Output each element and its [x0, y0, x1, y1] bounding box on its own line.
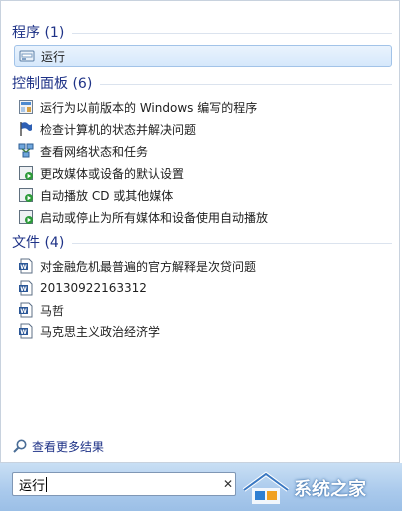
watermark: 系统之家	[240, 466, 400, 510]
svg-text:W: W	[20, 264, 27, 271]
result-item-run[interactable]: 运行	[14, 45, 392, 67]
result-item-autoplay-toggle[interactable]: 启动或停止为所有媒体和设备使用自动播放	[18, 207, 390, 227]
result-label: 马克思主义政治经济学	[40, 324, 161, 339]
action-center-flag-icon	[18, 121, 34, 137]
group-title-control-panel: 控制面板 (6)	[12, 76, 93, 92]
text-caret	[46, 476, 48, 492]
result-label: 自动播放 CD 或其他媒体	[40, 188, 174, 203]
result-label: 检查计算机的状态并解决问题	[40, 122, 197, 137]
autoplay-icon	[18, 209, 34, 225]
result-item-action-center[interactable]: 检查计算机的状态并解决问题	[18, 119, 390, 139]
result-item-file[interactable]: W 20130922163312	[18, 278, 390, 298]
result-item-file[interactable]: W 马克思主义政治经济学	[18, 321, 390, 341]
group-header-control-panel: 控制面板 (6)	[12, 72, 392, 94]
result-label: 运行为以前版本的 Windows 编写的程序	[40, 100, 258, 115]
see-more-label: 查看更多结果	[32, 439, 105, 454]
house-logo-icon	[240, 468, 292, 508]
group-divider	[72, 243, 392, 244]
result-label: 启动或停止为所有媒体和设备使用自动播放	[40, 210, 269, 225]
compatibility-icon	[18, 99, 34, 115]
result-label: 更改媒体或设备的默认设置	[40, 166, 185, 181]
word-document-icon: W	[18, 258, 34, 274]
see-more-results-link[interactable]: 查看更多结果	[12, 436, 104, 456]
network-icon	[18, 143, 34, 159]
svg-text:W: W	[20, 308, 27, 315]
group-title-programs: 程序 (1)	[12, 25, 65, 41]
result-item-network[interactable]: 查看网络状态和任务	[18, 141, 390, 161]
result-item-file[interactable]: W 马哲	[18, 300, 390, 320]
result-label: 对金融危机最普遍的官方解释是次贷问题	[40, 259, 257, 274]
search-input[interactable]: 运行	[12, 472, 236, 496]
group-header-files: 文件 (4)	[12, 231, 392, 253]
result-label: 运行	[41, 49, 66, 64]
result-item-compatibility[interactable]: 运行为以前版本的 Windows 编写的程序	[18, 97, 390, 117]
autoplay-icon	[18, 187, 34, 203]
svg-text:W: W	[20, 286, 27, 293]
group-header-programs: 程序 (1)	[12, 21, 392, 43]
svg-text:W: W	[20, 329, 27, 336]
result-item-autoplay-cd[interactable]: 自动播放 CD 或其他媒体	[18, 185, 390, 205]
watermark-text: 系统之家	[294, 479, 366, 500]
word-document-icon: W	[18, 323, 34, 339]
word-document-icon: W	[18, 302, 34, 318]
result-item-media-defaults[interactable]: 更改媒体或设备的默认设置	[18, 163, 390, 183]
result-item-file[interactable]: W 对金融危机最普遍的官方解释是次贷问题	[18, 256, 390, 276]
run-icon	[19, 48, 35, 64]
result-label: 查看网络状态和任务	[40, 144, 149, 159]
group-title-files: 文件 (4)	[12, 235, 65, 251]
word-document-icon: W	[18, 280, 34, 296]
result-label: 20130922163312	[40, 281, 147, 295]
group-divider	[100, 84, 392, 85]
search-input-value: 运行	[19, 478, 46, 494]
autoplay-icon	[18, 165, 34, 181]
result-label: 马哲	[40, 303, 65, 318]
group-divider	[72, 33, 392, 34]
search-icon	[12, 438, 28, 454]
close-icon[interactable]: ✕	[222, 478, 234, 490]
